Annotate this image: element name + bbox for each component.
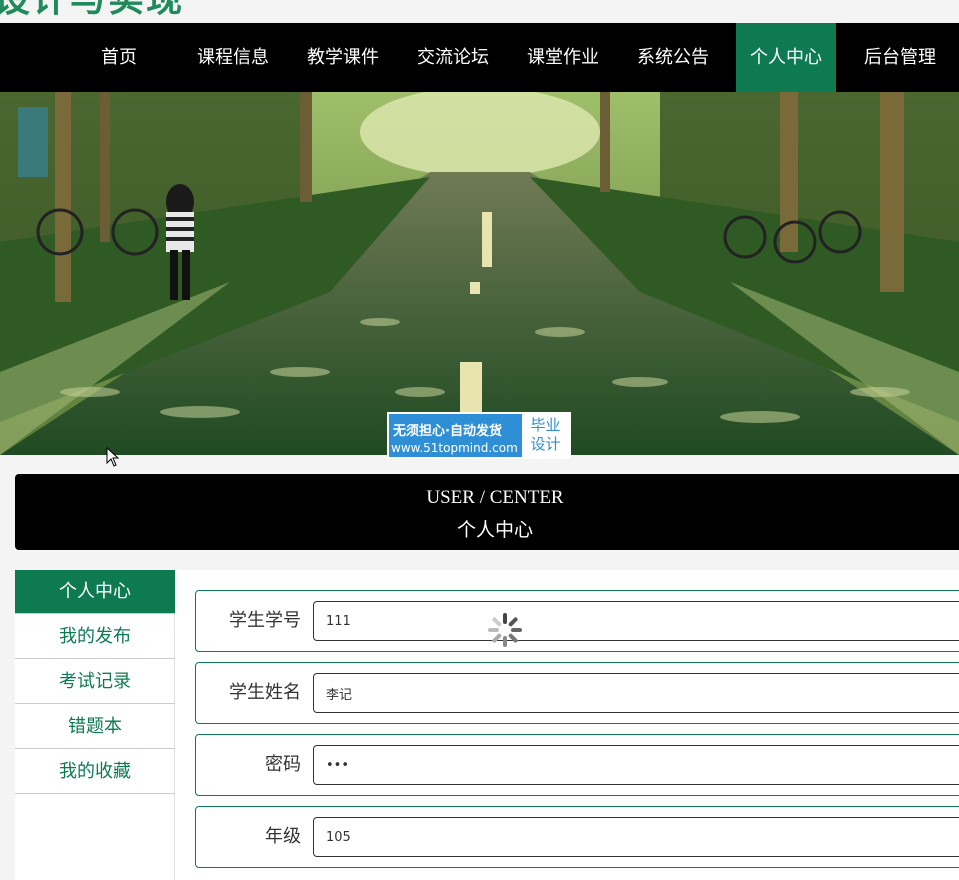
form-row-grade: 年级 [195, 806, 959, 868]
watermark-side-badge: 毕业 设计 [522, 414, 569, 457]
nav-item-user-center[interactable]: 个人中心 [736, 23, 836, 92]
form-row-student-name: 学生姓名 [195, 662, 959, 724]
nav-item-forum[interactable]: 交流论坛 [407, 23, 499, 92]
nav-item-courses[interactable]: 课程信息 [187, 23, 279, 92]
nav-item-admin[interactable]: 后台管理 [854, 23, 946, 92]
watermark-badge: 无须担心·自动发货 www.51topmind.com 毕业 设计 [387, 412, 571, 459]
watermark-badge-line2: 设计 [530, 435, 561, 453]
form-row-student-id: 学生学号 [195, 590, 959, 652]
user-sidebar: 个人中心 我的发布 考试记录 错题本 我的收藏 [15, 570, 175, 880]
sidebar-item-my-posts[interactable]: 我的发布 [15, 614, 175, 659]
watermark-line1: 无须担心·自动发货 [393, 424, 502, 439]
student-id-input[interactable] [313, 601, 959, 641]
nav-item-courseware[interactable]: 教学课件 [297, 23, 389, 92]
watermark-url: www.51topmind.com [391, 441, 518, 455]
loading-spinner-icon [488, 613, 522, 647]
sidebar-item-exam-records[interactable]: 考试记录 [15, 659, 175, 704]
nav-item-announcements[interactable]: 系统公告 [627, 23, 719, 92]
grade-input[interactable] [313, 817, 959, 857]
sidebar-item-user-center[interactable]: 个人中心 [15, 570, 175, 614]
section-title-en: USER / CENTER [426, 487, 564, 508]
mouse-cursor-icon [106, 447, 120, 467]
sidebar-item-wrong-questions[interactable]: 错题本 [15, 704, 175, 749]
student-id-label: 学生学号 [229, 610, 301, 631]
watermark-badge-line1: 毕业 [530, 416, 561, 434]
main-navbar: 首页 课程信息 教学课件 交流论坛 课堂作业 系统公告 个人中心 后台管理 [0, 23, 959, 92]
nav-item-home[interactable]: 首页 [84, 23, 154, 92]
student-name-label: 学生姓名 [229, 682, 301, 703]
site-title: 设计与实现 [0, 0, 184, 22]
student-name-input[interactable] [313, 673, 959, 713]
section-title-cn: 个人中心 [456, 520, 533, 541]
grade-label: 年级 [265, 826, 301, 847]
banner-image [0, 92, 959, 455]
form-row-password: 密码 [195, 734, 959, 796]
password-label: 密码 [265, 754, 301, 775]
nav-item-homework[interactable]: 课堂作业 [517, 23, 609, 92]
sidebar-item-favorites[interactable]: 我的收藏 [15, 749, 175, 794]
password-input[interactable] [313, 745, 959, 785]
section-header: USER / CENTER 个人中心 [15, 474, 959, 550]
